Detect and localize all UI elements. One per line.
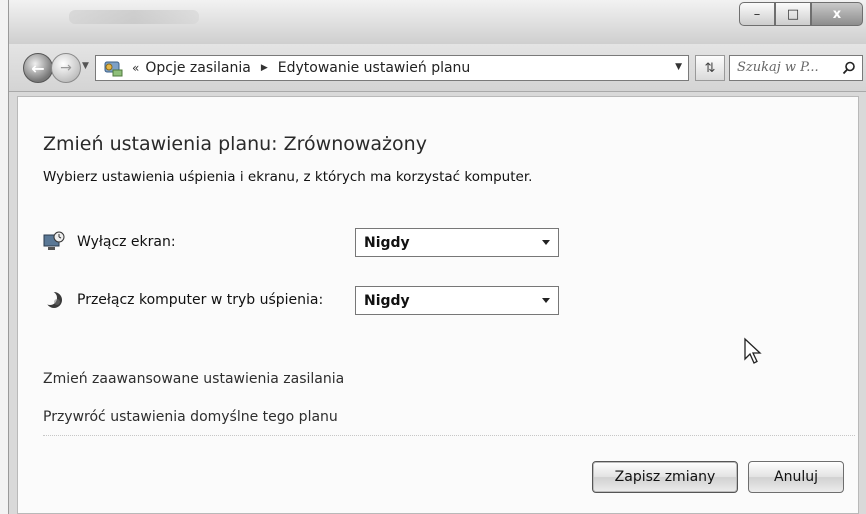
close-button[interactable]: x	[811, 2, 863, 26]
advanced-settings-link[interactable]: Zmień zaawansowane ustawienia zasilania	[43, 371, 344, 387]
monitor-clock-icon	[43, 231, 65, 250]
breadcrumb-overflow[interactable]: «	[132, 61, 139, 75]
display-off-label: Wyłącz ekran:	[77, 234, 176, 250]
sleep-select[interactable]: Nigdy	[355, 286, 559, 315]
control-panel-icon	[100, 57, 126, 79]
search-input[interactable]: Szukaj w P...	[729, 55, 863, 81]
window: – □ x ← → ▼ « Opcje zasilania ▶ Edytowan…	[8, 0, 866, 514]
search-icon[interactable]	[842, 61, 856, 75]
refresh-button[interactable]: ⇅	[695, 55, 725, 81]
title-bar[interactable]: – □ x	[9, 0, 866, 44]
page-title: Zmień ustawienia planu: Zrównoważony	[43, 133, 427, 155]
chevron-down-icon[interactable]: ▼	[675, 62, 682, 72]
moon-icon	[43, 291, 62, 308]
save-changes-button[interactable]: Zapisz zmiany	[592, 461, 738, 493]
forward-button[interactable]: →	[51, 53, 81, 83]
chevron-down-icon	[542, 240, 550, 245]
recent-pages-dropdown[interactable]: ▼	[82, 61, 89, 71]
maximize-button[interactable]: □	[775, 2, 811, 26]
sleep-label: Przełącz komputer w tryb uśpienia:	[77, 292, 324, 308]
minimize-button[interactable]: –	[739, 2, 775, 26]
mouse-cursor-icon	[744, 337, 762, 364]
breadcrumb-item-edit-plan[interactable]: Edytowanie ustawień planu	[278, 60, 471, 76]
navigation-bar: ← → ▼ « Opcje zasilania ▶ Edytowanie ust…	[9, 44, 866, 92]
breadcrumb-item-power-options[interactable]: Opcje zasilania	[145, 60, 250, 76]
sleep-value: Nigdy	[364, 293, 410, 309]
arrow-left-icon: ←	[31, 58, 45, 78]
restore-defaults-link[interactable]: Przywróć ustawienia domyślne tego planu	[43, 409, 338, 425]
refresh-icon: ⇅	[704, 60, 716, 76]
divider	[43, 435, 855, 436]
content-pane: Zmień ustawienia planu: Zrównoważony Wyb…	[17, 96, 859, 514]
chevron-right-icon[interactable]: ▶	[261, 63, 268, 73]
setting-row-sleep: Przełącz komputer w tryb uśpienia:	[43, 285, 323, 315]
arrow-right-icon: →	[60, 60, 72, 76]
back-button[interactable]: ←	[23, 53, 53, 83]
chevron-down-icon	[542, 298, 550, 303]
address-bar[interactable]: « Opcje zasilania ▶ Edytowanie ustawień …	[95, 55, 689, 81]
display-off-select[interactable]: Nigdy	[355, 228, 559, 257]
page-subtitle: Wybierz ustawienia uśpienia i ekranu, z …	[43, 169, 533, 185]
window-controls: – □ x	[739, 2, 863, 26]
title-bar-blur	[69, 10, 199, 24]
cancel-button[interactable]: Anuluj	[748, 461, 844, 493]
setting-row-display: Wyłącz ekran:	[43, 227, 176, 257]
search-placeholder: Szukaj w P...	[737, 60, 819, 75]
display-off-value: Nigdy	[364, 235, 410, 251]
